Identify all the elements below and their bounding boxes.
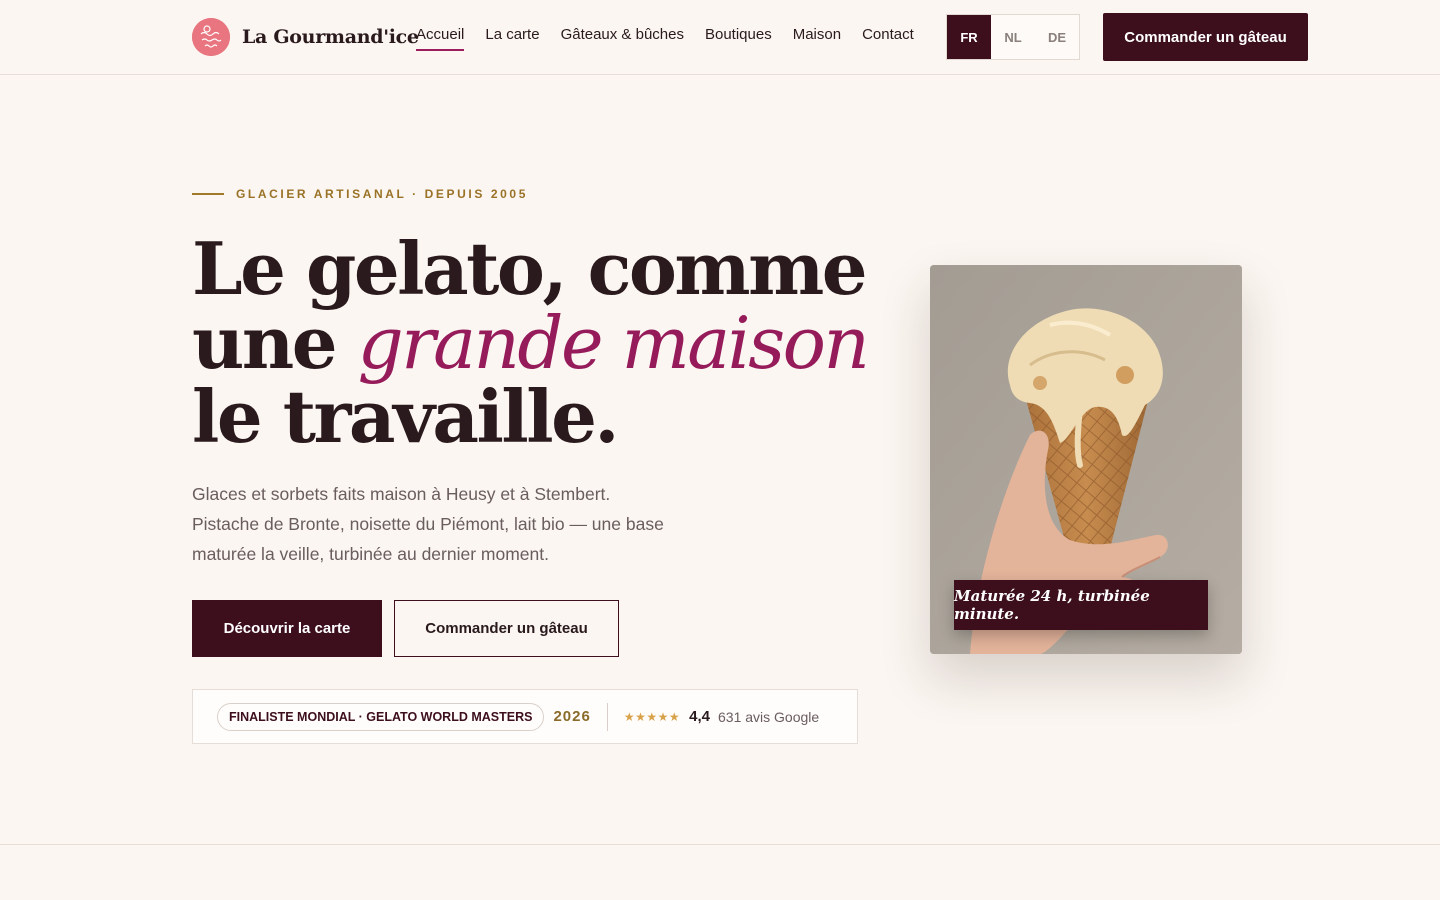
nav-item-gateaux-buches[interactable]: Gâteaux & bûches — [561, 26, 684, 51]
lang-fr-button[interactable]: FR — [947, 15, 991, 59]
headline-part-2: le travaille. — [192, 374, 620, 459]
headline-accent: grande maison — [357, 301, 870, 385]
hero-eyebrow: GLACIER ARTISANAL · DEPUIS 2005 — [192, 187, 528, 201]
hero-lede: Glaces et sorbets faits maison à Heusy e… — [192, 484, 664, 564]
lang-de-button[interactable]: DE — [1035, 15, 1079, 59]
eyebrow-rule — [192, 193, 224, 195]
brand-name: La Gourmand'ice — [242, 26, 419, 48]
language-switcher: FR NL DE — [946, 14, 1080, 60]
photo-caption: Maturée 24 h, turbinée minute. — [954, 580, 1208, 630]
hero-headline: Le gelato, comme une grande maison le tr… — [192, 232, 892, 454]
proof-divider — [606, 702, 608, 731]
main-nav: Accueil La carte Gâteaux & bûches Boutiq… — [416, 26, 935, 51]
discover-menu-button[interactable]: Découvrir la carte — [192, 600, 382, 657]
social-proof-bar: FINALISTE MONDIAL · GELATO WORLD MASTERS… — [192, 689, 858, 744]
site-header: La Gourmand'ice Accueil La carte Gâteaux… — [0, 0, 1440, 75]
order-cake-header-button[interactable]: Commander un gâteau — [1103, 13, 1308, 61]
order-cake-button[interactable]: Commander un gâteau — [394, 600, 619, 657]
nav-item-accueil[interactable]: Accueil — [416, 26, 465, 51]
nav-item-maison[interactable]: Maison — [793, 26, 841, 51]
rating-value: 4,4 — [689, 708, 710, 725]
section-divider — [0, 844, 1440, 845]
google-reviews-link[interactable]: 631 avis Google — [718, 709, 819, 725]
eyebrow-text: GLACIER ARTISANAL · DEPUIS 2005 — [236, 187, 528, 201]
logo-icon — [192, 18, 230, 56]
nav-item-boutiques[interactable]: Boutiques — [705, 26, 772, 51]
award-badge: FINALISTE MONDIAL · GELATO WORLD MASTERS — [217, 702, 545, 731]
star-rating-icon: ★★★★★ — [623, 709, 681, 724]
nav-item-contact[interactable]: Contact — [862, 26, 914, 51]
award-year: 2026 — [553, 708, 591, 725]
brand-logo[interactable]: La Gourmand'ice — [192, 18, 419, 56]
nav-item-la-carte[interactable]: La carte — [485, 26, 539, 51]
lang-nl-button[interactable]: NL — [991, 15, 1035, 59]
